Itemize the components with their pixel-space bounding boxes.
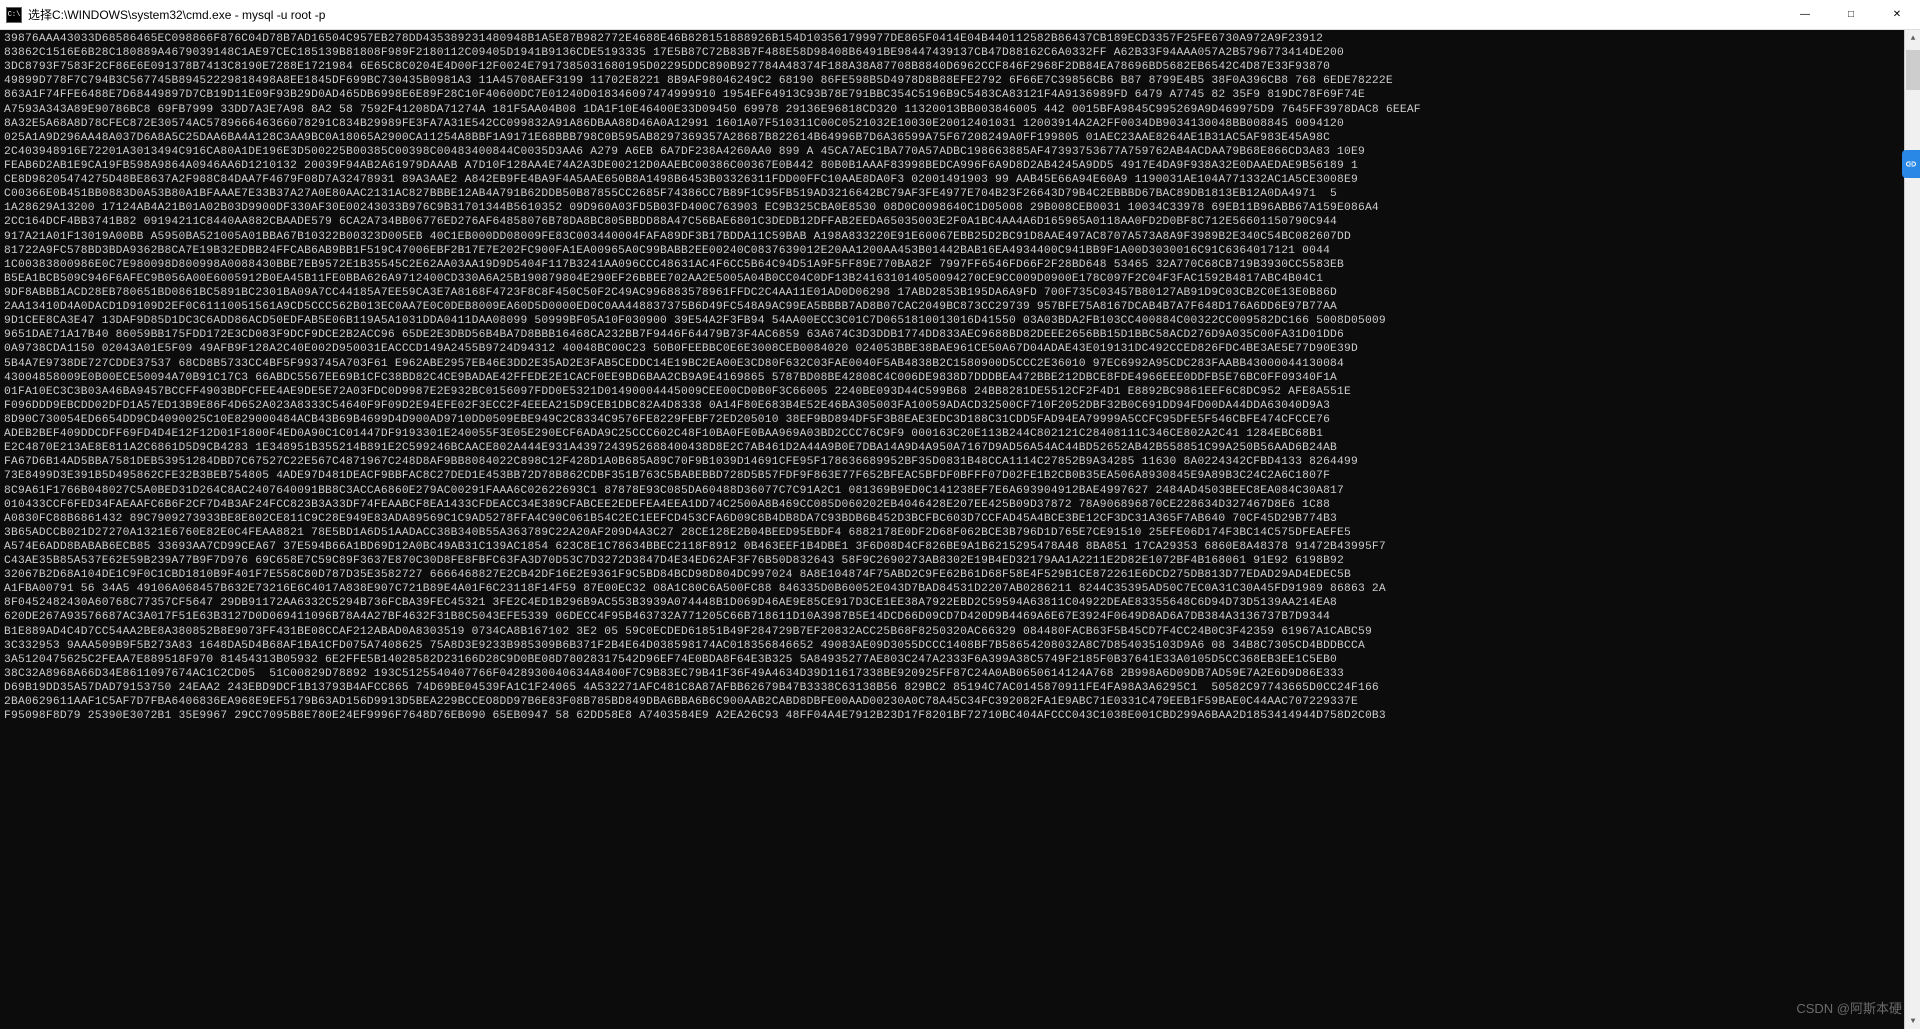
hex-output-line: A7593A343A89E90786BC8 69FB7999 33DD7A3E7… (4, 103, 1916, 117)
maximize-button[interactable]: □ (1828, 0, 1874, 29)
hex-output-line: B5EA1BCB509C946F6AFEC9B056A00E6005912B0E… (4, 272, 1916, 286)
hex-output-line: 49899D778F7C794B3C567745B89452229818498A… (4, 74, 1916, 88)
minimize-button[interactable]: — (1782, 0, 1828, 29)
hex-output-line: 3DC8793F7583F2CF86E6E091378B7413C8190E72… (4, 60, 1916, 74)
hex-output-line: A0830FC88B6861432 89C7909273933BE8E802CE… (4, 512, 1916, 526)
hex-output-line: 1A28629A13200 17124AB4A21B01A02B03D9900D… (4, 201, 1916, 215)
link-icon (1905, 158, 1917, 170)
hex-output-line: 010433CCF6FED34FAEAAFC6B6F2CF7D4B3AF24FC… (4, 498, 1916, 512)
hex-output-line: 9651DAE71A17B40 86059BB175FDD172E3CD083F… (4, 328, 1916, 342)
hex-output-line: 0A9738CDA1150 02043A01E5F09 49AFB9F128A2… (4, 342, 1916, 356)
hex-output-line: B1E889AD4C4D7CC54AA2BE8A380852B8E9073FF4… (4, 625, 1916, 639)
watermark-text: CSDN @阿斯本硬 (1796, 998, 1902, 1017)
hex-output-line: 73E8499D3E391B5D495862CFE32B3BEB754805 4… (4, 469, 1916, 483)
hex-output-line: 38C32A8968A66D34E8611097674AC1C2CD05 51C… (4, 667, 1916, 681)
hex-output-line: 2BA0629611AAF1C5AF7D7FBA6406836EA968E9EF… (4, 695, 1916, 709)
window-titlebar: C:\ 选择C:\WINDOWS\system32\cmd.exe - mysq… (0, 0, 1920, 30)
hex-output-line: 5B4A7E9738DE727CDDE37537 68CD8B5733CC4BF… (4, 357, 1916, 371)
hex-output-line: 2AA13410D4A0DACD1D9109D2EF0C61110051561A… (4, 300, 1916, 314)
hex-output-line: 863A1F74FFE6488E7D68449897D7CB19D11E09F9… (4, 88, 1916, 102)
hex-output-line: A574E6ADD8BABAB6ECB85 33693AA7CD99CEA67 … (4, 540, 1916, 554)
hex-output-line: 43004858009E0B00ECE50094A70B91C17C3 66AB… (4, 371, 1916, 385)
hex-output-line: F096DDD9EBCDD02DFD1A57ED13B9E86F4D652A02… (4, 399, 1916, 413)
hex-output-line: 025A1A9D296AA48A037D6A8A5C25DAA6BA4A128C… (4, 131, 1916, 145)
titlebar-controls: — □ ✕ (1782, 0, 1920, 29)
hex-output-line: A1FBA00791 56 34A5 49106A068457B632E7321… (4, 582, 1916, 596)
hex-output-line: FA67D6B14AD5BBA7581DEB53951284DBD7C67527… (4, 455, 1916, 469)
scrollbar-vertical[interactable]: ▲ ▼ (1904, 30, 1920, 1029)
hex-output-line: C00366E0B451BB0883D0A53B80A1BFAAAE7E33B3… (4, 187, 1916, 201)
hex-output-line: D69B19DD35A57DAD79153750 24EAA2 243EBD9D… (4, 681, 1916, 695)
close-button[interactable]: ✕ (1874, 0, 1920, 29)
hex-output-line: 8A32E5A68A8D78CFEC872E30574AC57896664636… (4, 117, 1916, 131)
hex-output-line: 3A5120475625C2FEAA7E889518F970 81454313B… (4, 653, 1916, 667)
hex-output-line: 2C403948916E72201A3013494C916CA80A1DE196… (4, 145, 1916, 159)
hex-output-line: 8D90C730054ED6654DD9CD4090025C10E8290004… (4, 413, 1916, 427)
hex-output-line: 8F0452482430A60768C77357CF5647 29DB91172… (4, 596, 1916, 610)
hex-output-line: 917A21A01F13019A00BB A5950BA521005A01BBA… (4, 230, 1916, 244)
hex-output-line: 2CC164DCF4BB3741B82 09194211C8440AA882CB… (4, 215, 1916, 229)
hex-output-line: 81722A9FC578BD3BDA9362B8CA7E19B32EDBB24F… (4, 244, 1916, 258)
hex-output-line: 3C332953 9AAA509B9F5B273A83 1648DA5D4B68… (4, 639, 1916, 653)
hex-output-line: ADEB2BEF409DDCDFF69FD4D4E12F12D01F1800F4… (4, 427, 1916, 441)
hex-output-line: 3B65ADCCB021D27270A1321E6760E82E0C4FEAA8… (4, 526, 1916, 540)
scrollbar-thumb[interactable] (1906, 50, 1920, 90)
hex-output-line: 620DE267A93576687AC3A017F51E63B3127D0D06… (4, 610, 1916, 624)
side-panel-tab[interactable] (1902, 150, 1920, 178)
terminal-output[interactable]: 39876AAA43033D68586465EC098866F876C04D78… (0, 30, 1920, 1029)
hex-output-line: CE8D98205474275D48BE8637A2F988C84DAA7F46… (4, 173, 1916, 187)
hex-output-line: 39876AAA43033D68586465EC098866F876C04D78… (4, 32, 1916, 46)
hex-output-line: 32067B2D68A104DE1C9F0C1CBD1810B9F401F7E5… (4, 568, 1916, 582)
scrollbar-up-arrow[interactable]: ▲ (1905, 30, 1920, 46)
cmd-icon: C:\ (6, 7, 22, 23)
titlebar-left: C:\ 选择C:\WINDOWS\system32\cmd.exe - mysq… (0, 6, 325, 23)
hex-output-line: E2C4870E213AE8E811A2C6861D5D9CB4283 1E34… (4, 441, 1916, 455)
hex-output-line: 83862C1516E6B28C180889A4679039148C1AE97C… (4, 46, 1916, 60)
hex-output-line: 1C00383800986E0C7E980098D800998A0088430B… (4, 258, 1916, 272)
hex-output-line: 01FA10EC3C3B03A46BA9457BCCFF4903BDFCFEE4… (4, 385, 1916, 399)
scrollbar-down-arrow[interactable]: ▼ (1905, 1013, 1920, 1029)
hex-output-line: 9DF8ABBB1ACD28EB780651BD0861BC5891BC2301… (4, 286, 1916, 300)
hex-output-line: C43AE35B85A537E62E59B239A77B9F7D976 69C6… (4, 554, 1916, 568)
hex-output-line: FEAB6D2AB1E9CA19FB598A9864A0946AA6D12101… (4, 159, 1916, 173)
hex-output-line: 8C9A61F1766B048027C5A0BED31D264C8AC24076… (4, 484, 1916, 498)
hex-output-line: 9D1CEE8CA3E47 13DAF9D85D1DC3C6ADD86ACD50… (4, 314, 1916, 328)
window-title: 选择C:\WINDOWS\system32\cmd.exe - mysql -u… (28, 6, 325, 23)
hex-output-line: F95098F8D79 25390E3072B1 35E9967 29CC709… (4, 709, 1916, 723)
